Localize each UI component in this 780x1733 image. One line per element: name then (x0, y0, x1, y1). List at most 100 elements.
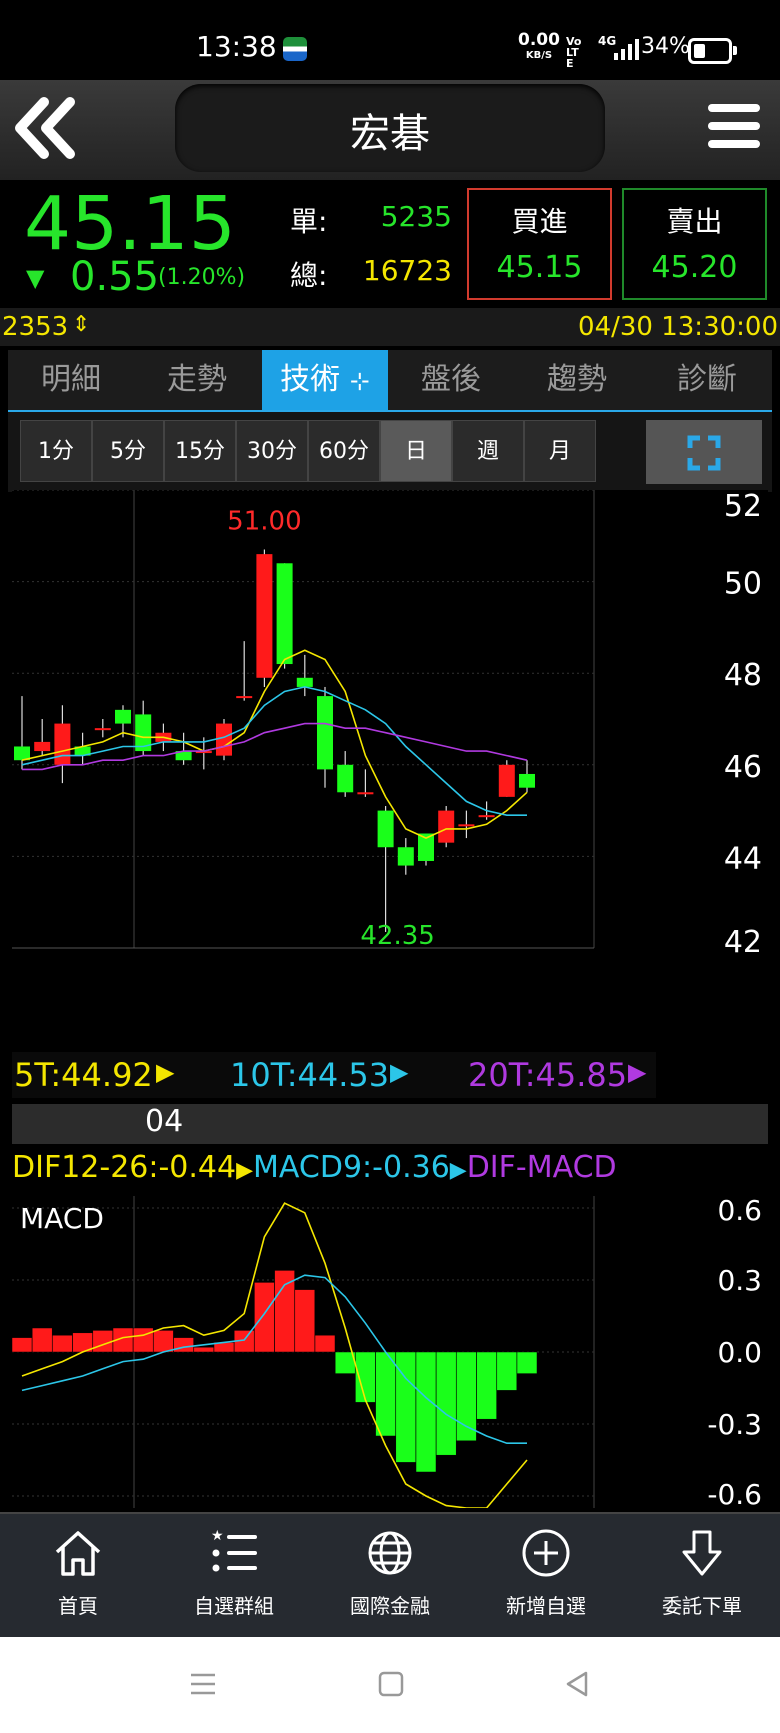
tab-detail[interactable]: 明細 (8, 350, 134, 410)
y-tick-label: 0.3 (717, 1264, 762, 1297)
ma20-label: 20T:45.85 (468, 1056, 628, 1094)
price-change-percent: (1.20%) (158, 265, 246, 290)
candlestick-chart[interactable]: 52 50 48 46 44 42 51.00 42.35 (12, 490, 768, 1050)
y-tick-label: -0.6 (707, 1478, 762, 1508)
single-volume-label: 單: (290, 205, 328, 238)
order-arrow-icon (682, 1530, 722, 1576)
period-1min[interactable]: 1分 (20, 420, 92, 482)
up-down-arrow-icon: ⇕ (72, 312, 91, 337)
macd-chart[interactable]: 0.6 0.3 0.0 -0.3 -0.6 MACD (12, 1196, 768, 1508)
ma5-label: 5T:44.92 (14, 1056, 153, 1094)
nav-watchlist[interactable]: ★ 自選群組 (156, 1512, 312, 1635)
candle-body (458, 824, 475, 827)
nav-home[interactable]: 首頁 (0, 1512, 156, 1635)
nav-order[interactable]: 委託下單 (624, 1512, 780, 1635)
price-change: 0.55 (70, 254, 160, 300)
period-30min[interactable]: 30分 (236, 420, 308, 482)
candle-body (34, 741, 51, 752)
sell-button[interactable]: 賣出 45.20 (622, 188, 767, 300)
high-price-label: 51.00 (227, 507, 301, 537)
recent-apps-icon[interactable] (188, 1669, 218, 1699)
macd-bar (193, 1346, 215, 1353)
candle-body (377, 810, 394, 848)
macd-bar (476, 1351, 497, 1420)
tab-diagnosis[interactable]: 診斷 (644, 350, 770, 410)
low-price-label: 42.35 (360, 921, 434, 951)
macd-bar (415, 1351, 437, 1473)
period-week[interactable]: 週 (452, 420, 524, 482)
y-tick-label: 0.0 (717, 1336, 762, 1369)
buy-button[interactable]: 買進 45.15 (467, 188, 612, 300)
macd-bar (435, 1351, 457, 1456)
home-icon (55, 1531, 101, 1576)
macd-bar (314, 1334, 336, 1353)
hamburger-menu-icon[interactable] (708, 104, 760, 156)
tab-technical[interactable]: 技術 ⊹ (262, 350, 388, 410)
buy-label: 買進 (511, 205, 568, 238)
last-price: 45.15 (24, 181, 236, 267)
candle-body (519, 773, 535, 788)
total-volume-value: 16723 (362, 254, 452, 287)
single-volume-value: 5235 (380, 200, 452, 233)
macd9-label: MACD9:-0.36 (253, 1150, 450, 1185)
nav-order-label: 委託下單 (662, 1594, 742, 1618)
stock-name-title[interactable]: 宏碁 (175, 101, 605, 159)
add-circle-icon (522, 1529, 570, 1577)
nav-watchlist-label: 自選群組 (194, 1594, 274, 1618)
period-60min[interactable]: 60分 (308, 420, 380, 482)
quote-datetime: 04/30 13:30:00 (578, 312, 778, 342)
tab-bar: 明細 走勢 技術 ⊹ 盤後 趨勢 診斷 (8, 350, 772, 413)
home-square-icon[interactable] (376, 1669, 406, 1699)
back-icon[interactable] (8, 92, 88, 164)
candle-body (498, 764, 515, 797)
candle-body (276, 563, 293, 665)
buy-price: 45.15 (496, 250, 583, 285)
nav-international[interactable]: 國際金融 (312, 1512, 468, 1635)
tab-trend[interactable]: 走勢 (134, 350, 260, 410)
macd-bar (52, 1334, 73, 1353)
nav-add-watch[interactable]: 新增自選 (468, 1512, 624, 1635)
down-arrow-icon: ▼ (26, 264, 45, 292)
macd-bar (496, 1351, 518, 1391)
osc-label: DIF-MACD (466, 1150, 617, 1185)
period-15min[interactable]: 15分 (164, 420, 236, 482)
tab-after-hours[interactable]: 盤後 (388, 350, 514, 410)
battery-percent: 34% (641, 34, 690, 59)
stock-code: 2353 (2, 312, 69, 342)
ma5-arrow-icon: ▶ (156, 1058, 175, 1086)
candle-body (397, 847, 414, 866)
macd-bar (132, 1327, 154, 1353)
sell-price: 45.20 (651, 250, 738, 285)
candle-body (115, 709, 131, 724)
sell-label: 賣出 (666, 205, 723, 238)
macd-bar (274, 1270, 295, 1353)
period-month[interactable]: 月 (524, 420, 596, 482)
ma10-arrow-icon: ▶ (390, 1058, 409, 1086)
period-5min[interactable]: 5分 (92, 420, 164, 482)
tab-tendency[interactable]: 趨勢 (514, 350, 640, 410)
macd-bar (456, 1351, 477, 1442)
candle-body (478, 815, 495, 818)
macd-bar (516, 1351, 538, 1374)
y-tick-label: 52 (724, 490, 762, 524)
macd-bar (254, 1282, 275, 1353)
date-axis-label: 04 (145, 1104, 184, 1139)
fullscreen-icon[interactable] (646, 420, 762, 484)
candle-body (236, 696, 253, 699)
signal-bars-icon (614, 39, 639, 60)
macd9-arrow-icon: ▶ (449, 1158, 467, 1183)
macd-bar (31, 1327, 53, 1353)
candle-body (216, 723, 232, 756)
dif-arrow-icon: ▶ (236, 1158, 254, 1183)
y-tick-label: 48 (724, 658, 762, 693)
macd-title: MACD (20, 1202, 104, 1235)
chart-background (12, 490, 768, 1050)
candle-body (317, 696, 333, 770)
period-day[interactable]: 日 (380, 420, 452, 482)
back-triangle-icon[interactable] (562, 1669, 592, 1699)
system-navigation-bar (0, 1637, 780, 1733)
svg-text:★: ★ (211, 1528, 224, 1544)
candle-body (94, 728, 111, 731)
candle-body (54, 723, 71, 765)
ma-legend: 5T:44.92 ▶ 10T:44.53 ▶ 20T:45.85 ▶ (12, 1052, 656, 1098)
